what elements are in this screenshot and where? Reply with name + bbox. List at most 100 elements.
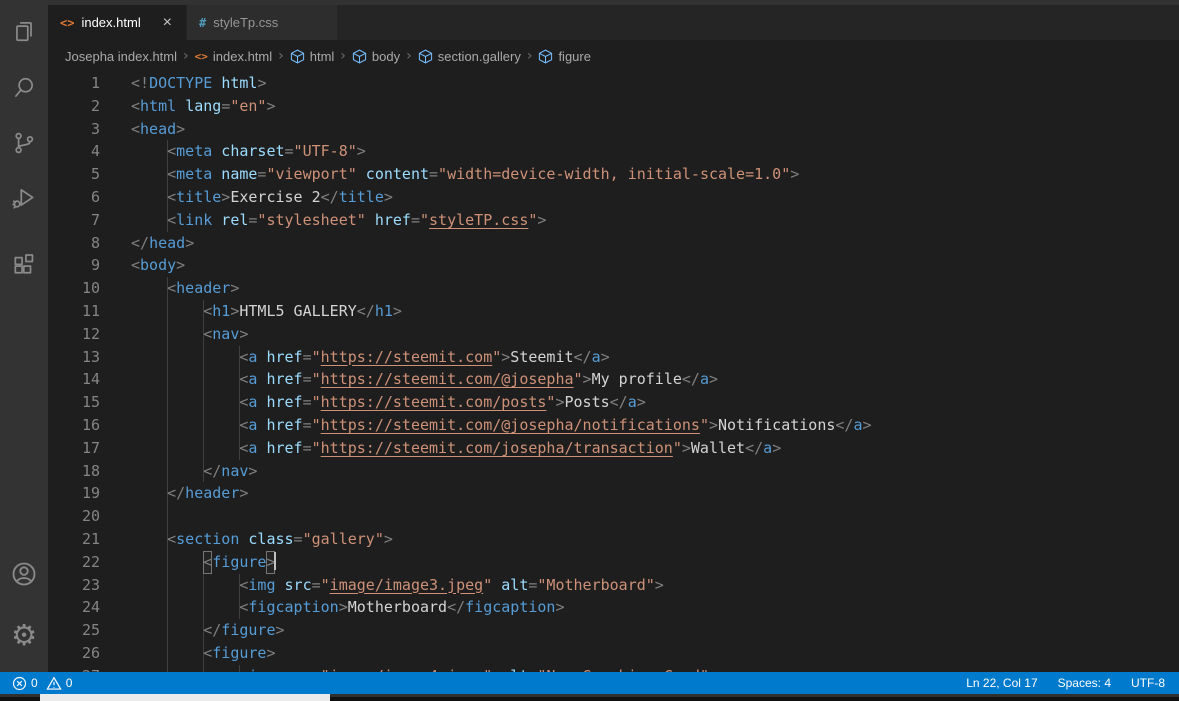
html-file-icon: <> [60,15,75,30]
tab-index-html[interactable]: <> index.html × [48,5,186,40]
breadcrumb-separator: › [406,48,412,64]
vscode-window: ⚙ <> index.html × # styleTp.css Josepha … [0,0,1179,701]
code-line[interactable]: 15 <a href="https://steemit.com/posts">Po… [48,391,1179,414]
code-line[interactable]: 23 <img src="image/image3.jpeg" alt="Moth… [48,573,1179,597]
breadcrumb-folder[interactable]: Josepha index.html [65,49,177,64]
symbol-cube-icon [290,49,305,64]
breadcrumb-file[interactable]: <> index.html [195,49,273,64]
code-line[interactable]: 16 <a href="https://steemit.com/@josepha/… [48,413,1179,437]
line-number: 7 [90,210,100,229]
indent-guide [167,505,169,528]
line-number: 19 [81,484,100,503]
line-number: 5 [90,165,100,184]
code-line[interactable]: 19 </header> [48,482,1179,506]
indentation-setting[interactable]: Spaces: 4 [1054,672,1115,694]
symbol-cube-icon [538,49,553,64]
tab-label: index.html [81,15,141,30]
code-line[interactable]: 11 <h1>HTML5 GALLERY</h1> [48,299,1179,323]
line-number: 26 [81,643,100,662]
breadcrumb-figure[interactable]: figure [538,49,591,64]
taskbar-strip [0,694,1179,701]
code-line[interactable]: 6 <title>Exercise 2</title> [48,185,1179,209]
settings-gear-icon[interactable]: ⚙ [0,613,48,657]
line-number: 21 [81,529,100,548]
breadcrumb-separator: › [340,48,346,64]
code-line[interactable]: 27<img src="image/image4.jpeg" alt="New … [48,664,1179,672]
breadcrumb: Josepha index.html › <> index.html › html… [48,40,1179,72]
line-number: 22 [81,552,100,571]
warning-count: 0 [65,676,73,690]
line-number: 8 [90,233,100,252]
error-icon [12,676,27,691]
code-line[interactable]: 12 <nav> [48,322,1179,346]
code-line[interactable]: 9 <body> [48,254,1179,277]
html-file-icon: <> [194,49,208,63]
line-number: 3 [90,119,100,138]
problems-indicator[interactable]: 0 0 [8,672,76,694]
cursor-position[interactable]: Ln 22, Col 17 [962,672,1041,694]
code-line[interactable]: 26 <figure> [48,641,1179,665]
error-count: 0 [31,676,38,690]
symbol-cube-icon [352,49,367,64]
account-icon[interactable] [0,552,48,596]
line-number: 1 [90,74,100,92]
line-number: 9 [90,256,100,275]
code-line[interactable]: 17 <a href="https://steemit.com/josepha/t… [48,436,1179,460]
line-number: 23 [81,575,100,594]
code-line[interactable]: 4 <meta charset="UTF-8"> [48,140,1179,164]
extensions-icon[interactable] [0,243,48,287]
code-line[interactable]: 2 <html lang="en"> [48,95,1179,118]
line-number: 18 [81,461,100,480]
run-debug-icon[interactable] [0,176,48,220]
breadcrumb-separator: › [183,48,189,64]
code-line[interactable]: 1 <!DOCTYPE html> [48,72,1179,95]
tab-bar: <> index.html × # styleTp.css [48,5,1179,40]
close-icon[interactable]: × [161,14,174,31]
line-number: 4 [90,142,100,161]
code-line[interactable]: 21 <section class="gallery"> [48,527,1179,551]
encoding-setting[interactable]: UTF-8 [1127,672,1169,694]
line-number: 13 [81,347,100,366]
code-line[interactable]: 3 <head> [48,118,1179,141]
tab-label: styleTp.css [213,15,279,30]
line-number: 17 [81,438,100,457]
tab-styletp-css[interactable]: # styleTp.css [187,5,337,40]
line-number: 10 [81,279,100,298]
line-number: 20 [81,507,100,526]
breadcrumb-body[interactable]: body [352,49,400,64]
code-line[interactable]: 14 <a href="https://steemit.com/@josepha"… [48,368,1179,392]
status-bar: 0 0 Ln 22, Col 17 Spaces: 4 UTF-8 [0,672,1179,694]
search-icon[interactable] [0,66,48,110]
code-line[interactable]: 24 <figcaption>Motherboard</figcaption> [48,596,1179,620]
code-line[interactable]: 5 <meta name="viewport" content="width=de… [48,163,1179,186]
breadcrumb-separator: › [526,48,533,64]
css-file-icon: # [199,15,207,30]
code-line[interactable]: 22 <figure> [48,550,1179,574]
line-number: 15 [81,393,100,412]
code-line[interactable]: 18 </nav> [48,459,1179,483]
line-number: 6 [90,187,100,206]
code-line[interactable]: 13 <a href="https://steemit.com">Steemit<… [48,345,1179,369]
breadcrumb-section-gallery[interactable]: section.gallery [418,49,521,64]
line-number: 24 [81,598,100,617]
code-line[interactable]: 25 </figure> [48,619,1179,642]
line-number: 16 [81,415,100,434]
warning-icon [46,676,62,691]
breadcrumb-html[interactable]: html [290,49,334,64]
code-editor[interactable]: 1 <!DOCTYPE html> 2 <html lang="en"> 3 <head>… [48,72,1179,672]
code-line[interactable]: 7 <link rel="stylesheet" href="styleTP.cs… [48,208,1179,232]
code-line[interactable]: 8 </head> [48,232,1179,255]
activity-bar: ⚙ [0,0,48,672]
breadcrumb-separator: › [278,48,284,64]
line-number: 11 [81,301,100,320]
line-number: 27 [48,665,100,672]
taskbar-band [40,694,330,701]
explorer-icon[interactable] [0,9,48,53]
line-number: 2 [90,96,100,115]
code-line[interactable]: 10 <header> [48,277,1179,300]
code-line[interactable]: 20 [48,505,1179,528]
line-number: 12 [81,324,100,343]
line-number: 14 [81,370,100,389]
symbol-cube-icon [418,49,433,64]
source-control-icon[interactable] [0,121,48,165]
